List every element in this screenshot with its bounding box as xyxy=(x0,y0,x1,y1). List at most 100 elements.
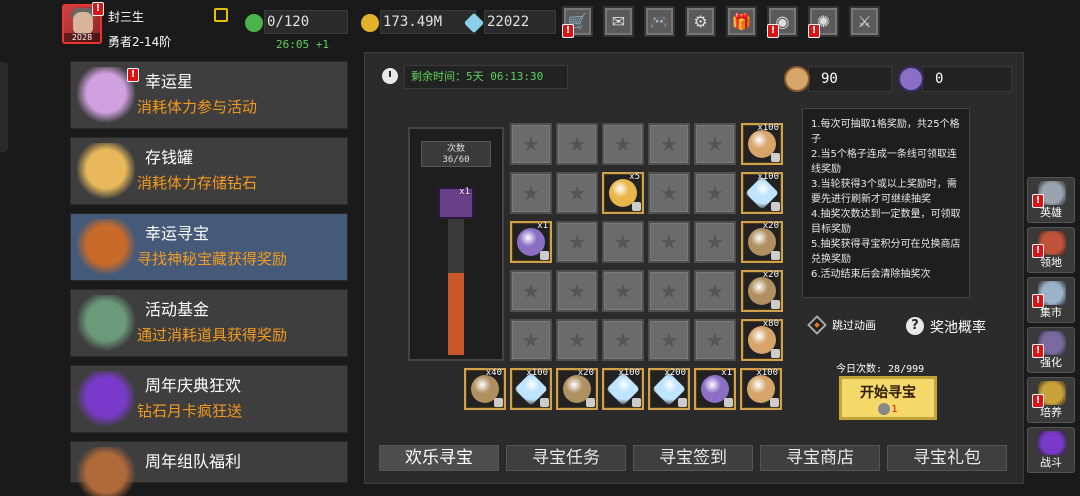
reward-cell[interactable]: x20 xyxy=(556,368,598,410)
battle-button[interactable]: ⚔ xyxy=(849,6,880,37)
reward-cell[interactable]: x40 xyxy=(464,368,506,410)
reward-qty: x100 xyxy=(526,368,548,378)
tab-3[interactable]: 寻宝商店 xyxy=(758,443,882,473)
help-icon[interactable]: ? xyxy=(906,317,924,335)
tab-4[interactable]: 寻宝礼包 xyxy=(885,443,1009,473)
star-icon: ★ xyxy=(614,279,632,303)
nav-anvil[interactable]: ! 强化 xyxy=(1027,327,1075,373)
start-treasure-button[interactable]: 开始寻宝 1 xyxy=(839,376,937,420)
gift-icon: 🎁 xyxy=(731,12,752,31)
reward-cell[interactable]: x200 xyxy=(648,368,690,410)
reward-qty: x20 xyxy=(762,221,779,231)
nav-label: 强化 xyxy=(1040,356,1062,369)
reward-cell[interactable]: x100 xyxy=(741,123,783,165)
hidden-cell[interactable]: ★ xyxy=(556,172,598,214)
reward-cell[interactable]: x80 xyxy=(741,319,783,361)
hidden-cell[interactable]: ★ xyxy=(510,123,552,165)
star-icon: ★ xyxy=(568,181,586,205)
hidden-cell[interactable]: ★ xyxy=(648,319,690,361)
gamepad-button[interactable]: 🎮 xyxy=(644,6,675,37)
hidden-cell[interactable]: ★ xyxy=(602,221,644,263)
lock-icon xyxy=(771,349,780,358)
progress-chest-icon[interactable]: x1 xyxy=(438,187,474,219)
nav-castle[interactable]: ! 领地 xyxy=(1027,227,1075,273)
progress-chest-qty: x1 xyxy=(459,187,470,197)
nav-trophy[interactable]: ! 培养 xyxy=(1027,377,1075,423)
reward-cell[interactable]: x100 xyxy=(741,172,783,214)
sidebar-item-4[interactable]: 周年庆典狂欢 钻石月卡疯狂送 xyxy=(70,365,348,433)
lock-icon xyxy=(586,398,595,407)
hidden-cell[interactable]: ★ xyxy=(694,270,736,312)
hidden-cell[interactable]: ★ xyxy=(510,172,552,214)
stamina-box[interactable]: 0/120 xyxy=(245,10,348,34)
shop-button[interactable]: 🛒! xyxy=(562,6,593,38)
sidebar-item-1[interactable]: 存钱罐 消耗体力存储钻石 xyxy=(70,137,348,205)
tab-1[interactable]: 寻宝任务 xyxy=(504,443,628,473)
reward-cell[interactable]: x1 xyxy=(694,368,736,410)
wheel-button[interactable]: ◉! xyxy=(767,6,798,38)
nav-helmet[interactable]: ! 英雄 xyxy=(1027,177,1075,223)
settings-button[interactable]: ⚙ xyxy=(685,6,716,37)
gift-button[interactable]: 🎁 xyxy=(726,6,757,37)
reward-cell[interactable]: x100 xyxy=(510,368,552,410)
hidden-cell[interactable]: ★ xyxy=(694,123,736,165)
sidebar-collapse-tab[interactable] xyxy=(0,62,8,152)
hidden-cell[interactable]: ★ xyxy=(694,319,736,361)
reward-cell[interactable]: x1 xyxy=(510,221,552,263)
reward-qty: x1 xyxy=(537,221,548,231)
nav-label: 战斗 xyxy=(1040,456,1062,469)
nav-market[interactable]: ! 集市 xyxy=(1027,277,1075,323)
star-icon: ★ xyxy=(706,230,724,254)
edit-name-icon[interactable] xyxy=(214,8,228,22)
star-icon: ★ xyxy=(568,230,586,254)
hidden-cell[interactable]: ★ xyxy=(602,123,644,165)
hidden-cell[interactable]: ★ xyxy=(556,123,598,165)
gamepad-icon: 🎮 xyxy=(649,12,670,31)
sidebar-item-5[interactable]: 周年组队福利 xyxy=(70,441,348,496)
alert-badge: ! xyxy=(767,24,779,38)
reward-cell[interactable]: x20 xyxy=(741,270,783,312)
hidden-cell[interactable]: ★ xyxy=(510,319,552,361)
hidden-cell[interactable]: ★ xyxy=(694,221,736,263)
hidden-cell[interactable]: ★ xyxy=(556,270,598,312)
lock-icon xyxy=(771,153,780,162)
gold-value: 173.49M xyxy=(383,14,443,30)
reward-cell[interactable]: x5 xyxy=(602,172,644,214)
hidden-cell[interactable]: ★ xyxy=(648,270,690,312)
clock-icon xyxy=(382,68,398,84)
gold-box[interactable]: 173.49M xyxy=(361,10,476,34)
reward-cell[interactable]: x20 xyxy=(741,221,783,263)
hidden-cell[interactable]: ★ xyxy=(602,319,644,361)
sidebar-item-title: 存钱罐 xyxy=(145,148,194,167)
hidden-cell[interactable]: ★ xyxy=(602,270,644,312)
reward-cell[interactable]: x100 xyxy=(740,368,782,410)
hidden-cell[interactable]: ★ xyxy=(648,221,690,263)
hidden-cell[interactable]: ★ xyxy=(556,319,598,361)
sidebar-item-0[interactable]: ! 幸运星 消耗体力参与活动 xyxy=(70,61,348,129)
tab-2[interactable]: 寻宝签到 xyxy=(631,443,755,473)
draw-count-box: 次数 36/60 xyxy=(421,141,491,167)
sidebar-item-2[interactable]: 幸运寻宝 寻找神秘宝藏获得奖励 xyxy=(70,213,348,281)
hidden-cell[interactable]: ★ xyxy=(648,172,690,214)
firework-button[interactable]: ✺! xyxy=(808,6,839,38)
nav-label: 培养 xyxy=(1040,406,1062,419)
prize-pool-odds-link[interactable]: 奖池概率 xyxy=(930,317,986,337)
lock-icon xyxy=(632,202,641,211)
hidden-cell[interactable]: ★ xyxy=(648,123,690,165)
gear-icon: ⚙ xyxy=(693,12,708,31)
mail-button[interactable]: ✉ xyxy=(603,6,634,37)
nav-portal[interactable]: 战斗 xyxy=(1027,427,1075,473)
sidebar-item-3[interactable]: 活动基金 通过消耗道具获得奖励 xyxy=(70,289,348,357)
lock-icon xyxy=(632,398,641,407)
hidden-cell[interactable]: ★ xyxy=(556,221,598,263)
diamond-box[interactable]: 22022 xyxy=(463,10,556,34)
currency-b-value: 0 xyxy=(935,71,944,87)
hidden-cell[interactable]: ★ xyxy=(510,270,552,312)
team-chest-icon xyxy=(77,447,135,496)
biscuit-currency-icon xyxy=(784,66,810,92)
hidden-cell[interactable]: ★ xyxy=(694,172,736,214)
tab-0[interactable]: 欢乐寻宝 xyxy=(377,443,501,473)
reward-qty: x100 xyxy=(757,123,779,133)
lock-icon xyxy=(770,398,779,407)
reward-cell[interactable]: x100 xyxy=(602,368,644,410)
